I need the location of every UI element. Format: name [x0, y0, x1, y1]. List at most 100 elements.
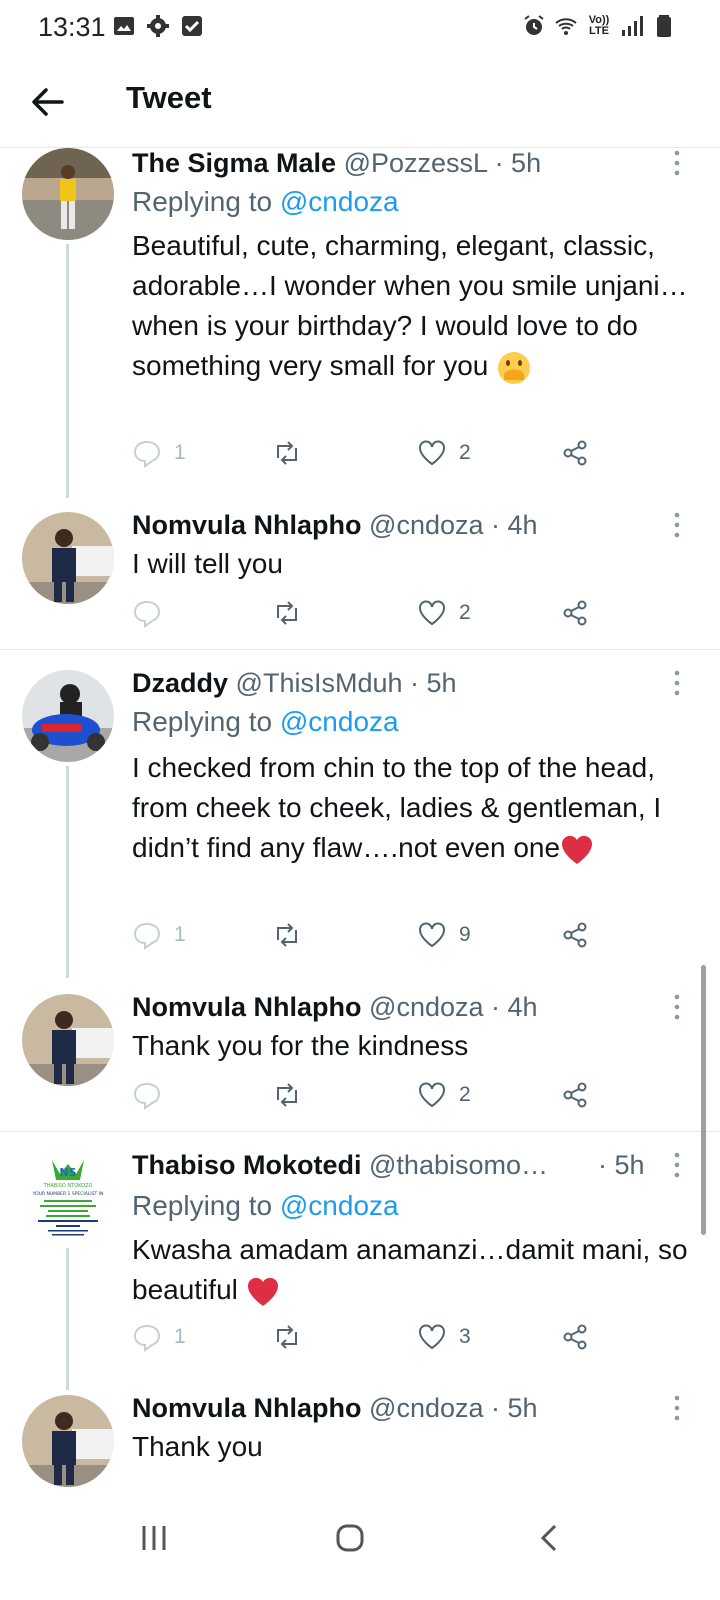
author-handle[interactable]: @cndoza: [369, 992, 483, 1022]
author-name[interactable]: Dzaddy: [132, 668, 228, 698]
like-button[interactable]: 3: [417, 1322, 471, 1352]
avatar[interactable]: [22, 512, 114, 604]
author-name[interactable]: Thabiso Mokotedi: [132, 1150, 362, 1180]
status-time: 13:31: [38, 12, 106, 42]
author-name[interactable]: The Sigma Male: [132, 148, 336, 178]
reply-button[interactable]: 1: [132, 438, 186, 468]
red-heart-emoji: [562, 835, 593, 864]
like-button[interactable]: 9: [417, 920, 471, 950]
share-button[interactable]: [560, 1080, 590, 1110]
reply-button[interactable]: [132, 1080, 162, 1110]
company-logo-avatar: NS THABISO NTOKOZO YOUR NUMBER 1 SPECIAL…: [22, 1152, 114, 1244]
tweet-text: Thank you for the kindness: [132, 1030, 469, 1061]
tweet-item[interactable]: Nomvula Nhlapho @cndoza · 4h I will tell…: [0, 510, 720, 650]
retweet-button[interactable]: [272, 1322, 302, 1352]
more-options-icon[interactable]: [672, 1150, 682, 1180]
author-handle[interactable]: @cndoza: [369, 1393, 483, 1423]
author-name[interactable]: Nomvula Nhlapho: [132, 510, 362, 540]
scrollbar[interactable]: [701, 965, 706, 1235]
like-button[interactable]: 2: [417, 1080, 471, 1110]
replying-handle-link[interactable]: @cndoza: [280, 706, 399, 737]
share-icon: [563, 922, 587, 948]
author-name[interactable]: Nomvula Nhlapho: [132, 1393, 362, 1423]
avatar-photo: [22, 1395, 114, 1487]
reply-count: 1: [174, 923, 186, 946]
more-options-icon[interactable]: [672, 1393, 682, 1423]
thread-line: [66, 1248, 69, 1390]
more-options-icon[interactable]: [672, 992, 682, 1022]
author-handle[interactable]: @ThisIsMduh: [236, 668, 403, 698]
tweet-author-line: Dzaddy @ThisIsMduh · 5h: [132, 668, 457, 699]
tweet-item[interactable]: NS THABISO NTOKOZO YOUR NUMBER 1 SPECIAL…: [0, 1150, 720, 1390]
tweet-item[interactable]: Dzaddy @ThisIsMduh · 5h Replying to @cnd…: [0, 668, 720, 978]
like-count: 2: [459, 1083, 471, 1106]
author-handle[interactable]: @cndoza: [369, 510, 483, 540]
share-icon: [563, 1324, 587, 1350]
avatar[interactable]: [22, 1395, 114, 1487]
thread-line: [66, 244, 69, 498]
replying-handle-link[interactable]: @cndoza: [280, 186, 399, 217]
tweet-item[interactable]: Nomvula Nhlapho @cndoza · 5h Thank you: [0, 1393, 720, 1488]
more-options-icon[interactable]: [672, 148, 682, 178]
status-right-icons: Vo)) LTE: [522, 14, 676, 38]
tweet-actions: 1 9: [132, 920, 612, 960]
tweet-text-content: Kwasha amadam anamanzi…damit mani, so be…: [132, 1234, 688, 1305]
replying-prefix: Replying to: [132, 1190, 273, 1221]
retweet-icon: [277, 441, 297, 465]
system-nav-bar: [0, 1490, 720, 1600]
avatar[interactable]: [22, 994, 114, 1086]
battery-icon: [657, 15, 671, 37]
like-count: 2: [459, 441, 471, 464]
reply-button[interactable]: [132, 598, 162, 628]
replying-prefix: Replying to: [132, 706, 273, 737]
status-left-icons: [112, 14, 204, 38]
avatar[interactable]: [22, 148, 114, 240]
home-icon[interactable]: [330, 1518, 370, 1558]
reply-button[interactable]: 1: [132, 1322, 186, 1352]
share-button[interactable]: [560, 920, 590, 950]
thread-line: [66, 766, 69, 978]
tweet-author-line: The Sigma Male @PozzessL · 5h: [132, 148, 541, 179]
replying-to: Replying to @cndoza: [132, 186, 399, 218]
like-button[interactable]: 2: [417, 598, 471, 628]
more-options-icon[interactable]: [672, 510, 682, 540]
share-button[interactable]: [560, 438, 590, 468]
gallery-icon: [114, 17, 134, 35]
tweet-time: · 5h: [491, 1393, 538, 1423]
more-options-icon[interactable]: [672, 668, 682, 698]
heart-icon: [419, 1082, 445, 1108]
retweet-button[interactable]: [272, 438, 302, 468]
header: Tweet: [0, 56, 720, 148]
tweet-author-line: Nomvula Nhlapho @cndoza · 4h: [132, 510, 538, 541]
tweet-time: · 5h: [598, 1150, 645, 1180]
recent-apps-icon[interactable]: [134, 1518, 174, 1558]
share-icon: [563, 440, 587, 466]
replying-handle-link[interactable]: @cndoza: [280, 1190, 399, 1221]
wifi-icon: [555, 18, 577, 35]
back-arrow-icon[interactable]: [28, 82, 68, 122]
tweet-time: · 5h: [410, 668, 457, 698]
tweet-text: Thank you: [132, 1431, 263, 1462]
logo-brand: THABISO NTOKOZO: [43, 1183, 93, 1189]
alarm-icon: [524, 15, 544, 35]
tweet-item[interactable]: The Sigma Male @PozzessL · 5h Replying t…: [0, 148, 720, 498]
tweet-item[interactable]: Nomvula Nhlapho @cndoza · 4h Thank you f…: [0, 992, 720, 1132]
retweet-button[interactable]: [272, 598, 302, 628]
retweet-button[interactable]: [272, 1080, 302, 1110]
share-button[interactable]: [560, 598, 590, 628]
avatar[interactable]: [22, 670, 114, 762]
author-name[interactable]: Nomvula Nhlapho: [132, 992, 362, 1022]
retweet-button[interactable]: [272, 920, 302, 950]
reply-button[interactable]: 1: [132, 920, 186, 950]
status-bar: 13:31 Vo)) LTE: [0, 0, 720, 56]
like-button[interactable]: 2: [417, 438, 471, 468]
avatar[interactable]: NS THABISO NTOKOZO YOUR NUMBER 1 SPECIAL…: [22, 1152, 114, 1244]
author-handle[interactable]: @PozzessL: [344, 148, 487, 178]
author-handle[interactable]: @thabisomo…: [369, 1150, 548, 1180]
retweet-icon: [277, 601, 297, 625]
back-nav-icon[interactable]: [530, 1518, 570, 1558]
share-button[interactable]: [560, 1322, 590, 1352]
avatar-photo: [22, 148, 114, 240]
tweet-text: I will tell you: [132, 548, 283, 579]
tweet-text: Beautiful, cute, charming, elegant, clas…: [132, 226, 702, 386]
